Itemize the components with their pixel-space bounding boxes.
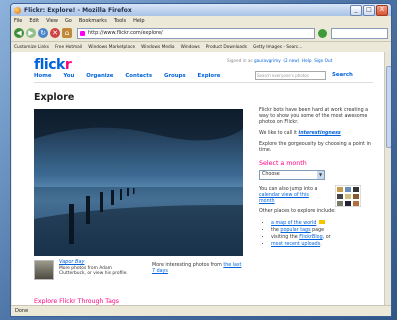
list-item: visiting the FlickrBlog, or (271, 235, 371, 241)
header-divider (34, 82, 373, 83)
bookmark-item[interactable]: Product Downloads (206, 45, 247, 50)
photo-credit: More photos from Adam Clutterbuck, or vi… (59, 265, 128, 277)
flickr-logo[interactable]: flickr (34, 57, 72, 73)
list-item: a map of the world (271, 220, 371, 227)
list-item: most recent uploads. (271, 242, 371, 248)
new-badge (318, 220, 325, 224)
bookmark-item[interactable]: Windows Marketplace (88, 45, 135, 50)
help-link[interactable]: Help (302, 58, 312, 63)
menu-help[interactable]: Help (133, 18, 144, 24)
nav-groups[interactable]: Groups (164, 73, 186, 79)
bookmark-item[interactable]: Windows (181, 45, 200, 50)
recent-uploads-link[interactable]: most recent uploads (271, 242, 320, 247)
other-places-list: a map of the world the popular tags page… (259, 220, 371, 248)
flickrblog-link[interactable]: FlickrBlog (299, 235, 322, 240)
title-bar: Flickr: Explore! - Mozilla Firefox _ □ X (11, 4, 391, 16)
interestingness-line: We like to call it interestingness (259, 131, 341, 136)
reload-icon[interactable]: ↻ (38, 28, 48, 38)
select-month-heading: Select a month (259, 160, 307, 167)
menu-tools[interactable]: Tools (114, 18, 126, 24)
interestingness-link[interactable]: interestingness (299, 131, 341, 136)
vertical-scrollbar[interactable] (384, 52, 391, 306)
nav-contacts[interactable]: Contacts (125, 73, 152, 79)
bookmark-item[interactable]: Free Hotmail (55, 45, 82, 50)
browser-window: Flickr: Explore! - Mozilla Firefox _ □ X… (10, 3, 392, 317)
flickr-nav: Home You Organize Contacts Groups Explor… (34, 73, 230, 79)
month-select[interactable]: Choose ▼ (259, 170, 325, 180)
calendar-thumbnail-icon[interactable] (335, 185, 361, 207)
tags-heading: Explore Flickr Through Tags (34, 298, 120, 305)
username-link[interactable]: gauravgrimy (254, 58, 281, 63)
home-icon[interactable]: ⌂ (62, 28, 72, 38)
menu-file[interactable]: File (14, 18, 22, 24)
popular-tags-link[interactable]: popular tags (280, 228, 310, 233)
explore-sidebar: Flickr bots have been hard at work creat… (259, 108, 371, 249)
nav-explore[interactable]: Explore (198, 73, 221, 79)
minimize-button[interactable]: _ (350, 4, 362, 16)
stop-icon[interactable]: ✕ (50, 28, 60, 38)
flickr-search-input[interactable]: Search everyone's photos (255, 71, 326, 80)
photo-caption: Vapor Bay More photos from Adam Clutterb… (59, 259, 139, 277)
explore-text: Explore the gorgeousity by choosing a po… (259, 142, 371, 153)
site-favicon-icon (80, 30, 85, 36)
list-item: the popular tags page (271, 228, 371, 234)
maximize-button[interactable]: □ (363, 4, 375, 16)
world-map-link[interactable]: a map of the world (271, 221, 316, 226)
calendar-block: You can also jump into a calendar view o… (259, 185, 371, 209)
address-url: http://www.flickr.com/explore/ (88, 29, 163, 36)
bookmark-item[interactable]: Getty Images - Searc... (253, 45, 302, 50)
forward-arrow-icon[interactable]: ▶ (26, 28, 36, 38)
status-bar: Done (11, 305, 391, 316)
menu-edit[interactable]: Edit (29, 18, 39, 24)
featured-photo[interactable] (34, 109, 243, 256)
back-arrow-icon[interactable]: ◀ (14, 28, 24, 38)
close-button[interactable]: X (376, 4, 388, 16)
bookmark-item[interactable]: Windows Media (141, 45, 174, 50)
nav-organize[interactable]: Organize (86, 73, 113, 79)
menu-view[interactable]: View (46, 18, 58, 24)
browser-search-box[interactable] (331, 27, 388, 39)
nav-you[interactable]: You (63, 73, 74, 79)
more-interesting: More interesting photos from the last 7 … (152, 263, 242, 274)
menu-bar: File Edit View Go Bookmarks Tools Help (11, 16, 391, 25)
firefox-icon (14, 6, 21, 14)
navigation-toolbar: ◀ ▶ ↻ ✕ ⌂ http://www.flickr.com/explore/ (11, 25, 391, 42)
bookmark-item[interactable]: Customize Links (14, 45, 49, 50)
inbox-link[interactable]: (2 new) (283, 58, 299, 63)
flickr-search-button[interactable]: Search (332, 72, 353, 78)
page-title: Explore (34, 92, 75, 103)
menu-bookmarks[interactable]: Bookmarks (79, 18, 107, 24)
window-title: Flickr: Explore! - Mozilla Firefox (24, 6, 132, 14)
menu-go[interactable]: Go (65, 18, 72, 24)
signin-line: Signed in as gauravgrimy (2 new) Help Si… (227, 58, 333, 63)
nav-home[interactable]: Home (34, 73, 52, 79)
scrollbar-thumb[interactable] (386, 66, 391, 148)
other-places-heading: Other places to explore include: (259, 209, 336, 214)
calendar-text: You can also jump into a calendar view o… (259, 187, 318, 204)
chevron-down-icon: ▼ (317, 171, 324, 179)
calendar-view-link[interactable]: calendar view of this month (259, 193, 309, 204)
status-text: Done (15, 308, 29, 314)
go-button[interactable] (318, 28, 327, 38)
intro-text: Flickr bots have been hard at work creat… (259, 108, 369, 125)
address-bar[interactable]: http://www.flickr.com/explore/ (77, 27, 315, 39)
photographer-avatar[interactable] (34, 260, 54, 280)
signout-link[interactable]: Sign Out (314, 58, 332, 63)
page-content: flickr Signed in as gauravgrimy (2 new) … (12, 52, 385, 306)
